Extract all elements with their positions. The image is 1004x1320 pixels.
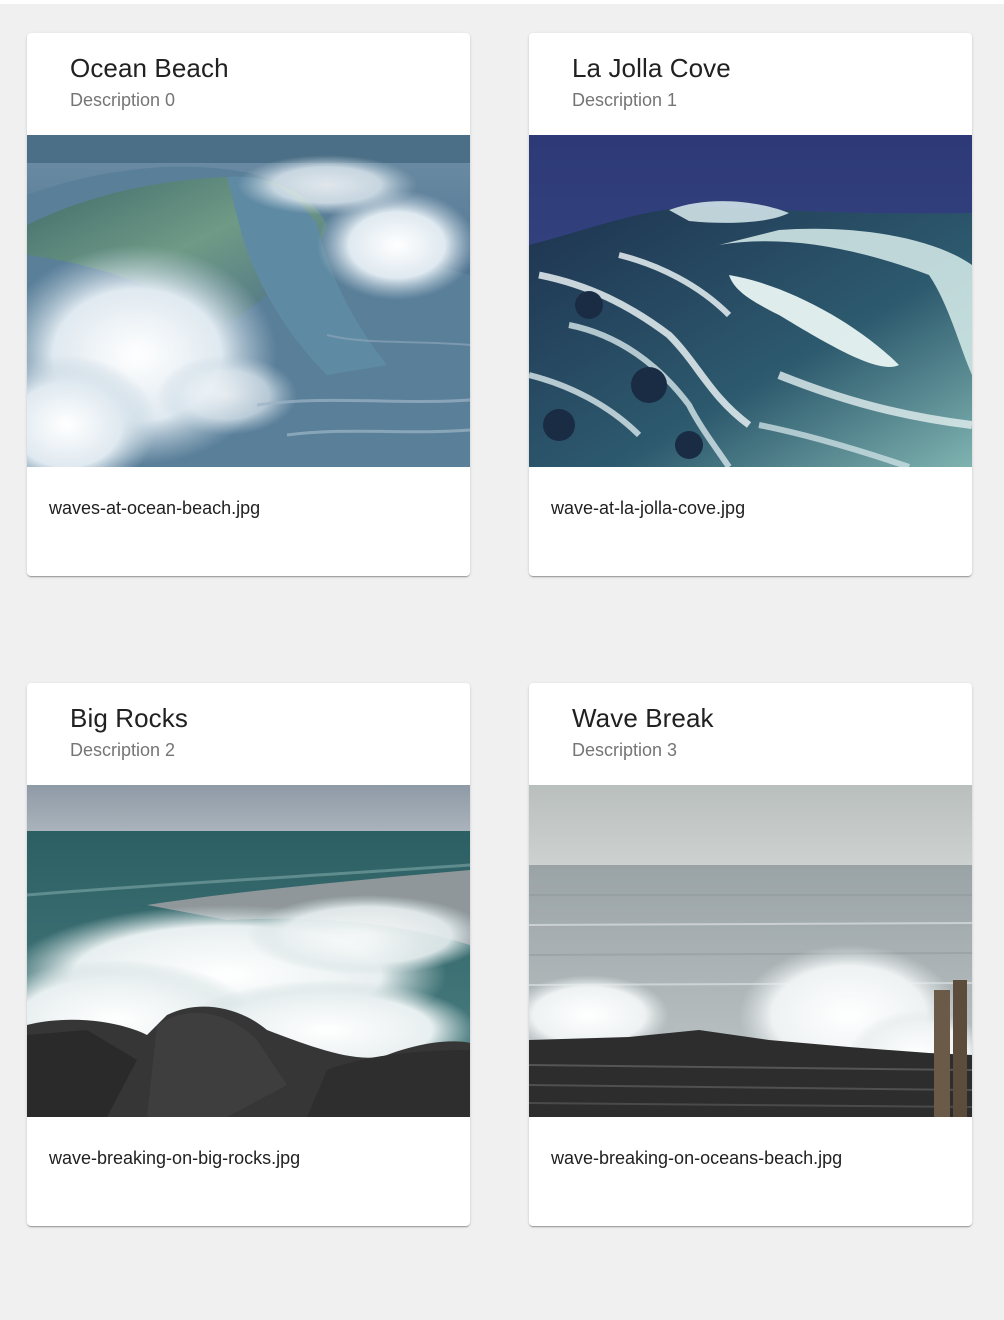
card-title: Ocean Beach (70, 53, 229, 83)
card-subtitle: Description 3 (572, 740, 678, 760)
image-card[interactable]: La Jolla Cove Description 1 wave-at-la-j… (529, 33, 972, 576)
card-image (529, 135, 972, 467)
card-subtitle: Description 0 (70, 90, 176, 110)
image-card[interactable]: Big Rocks Description 2 wave-breaking-on… (27, 683, 470, 1226)
card-subtitle: Description 1 (572, 90, 678, 110)
card-title: Big Rocks (70, 703, 188, 733)
card-filename: wave-breaking-on-big-rocks.jpg (49, 1148, 301, 1168)
card-header: Ocean Beach Description 0 (27, 33, 470, 135)
card-image (27, 785, 470, 1117)
card-filename: wave-breaking-on-oceans-beach.jpg (551, 1148, 843, 1168)
card-header: Big Rocks Description 2 (27, 683, 470, 785)
image-card[interactable]: Ocean Beach Description 0 waves-at-ocean… (27, 33, 470, 576)
image-card[interactable]: Wave Break Description 3 wave-breaking-o… (529, 683, 972, 1226)
card-title: Wave Break (572, 703, 714, 733)
card-header: La Jolla Cove Description 1 (529, 33, 972, 135)
card-filename: waves-at-ocean-beach.jpg (49, 498, 261, 518)
card-grid: Ocean Beach Description 0 waves-at-ocean… (0, 0, 1004, 1320)
card-title: La Jolla Cove (572, 53, 731, 83)
card-header: Wave Break Description 3 (529, 683, 972, 785)
card-filename: wave-at-la-jolla-cove.jpg (551, 498, 746, 518)
card-subtitle: Description 2 (70, 740, 176, 760)
card-image (27, 135, 470, 467)
card-image (529, 785, 972, 1117)
